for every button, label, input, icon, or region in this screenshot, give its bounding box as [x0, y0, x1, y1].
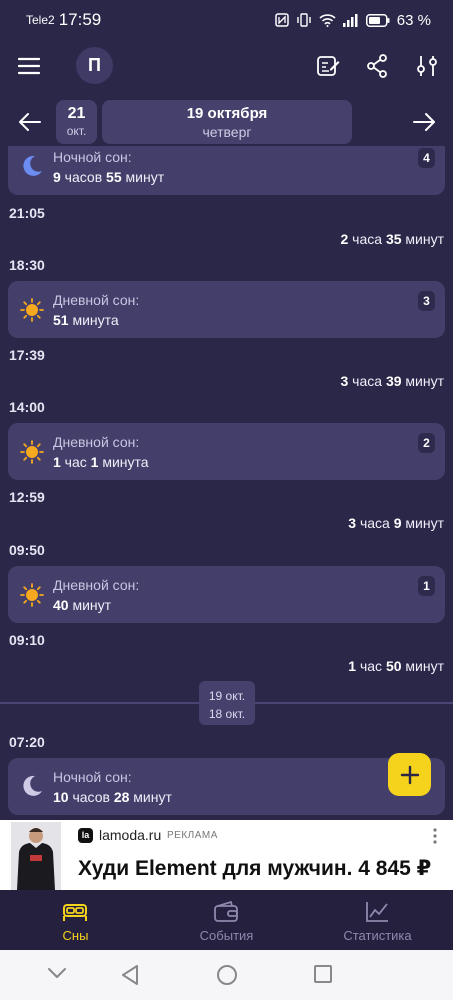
prev-date-button[interactable]	[17, 110, 43, 134]
vibrate-icon	[297, 13, 311, 27]
arrow-right-icon	[413, 113, 435, 131]
current-weekday: четверг	[202, 124, 252, 140]
status-icons: 63 %	[275, 12, 431, 29]
awake-interval: 3 часа 9 минут	[348, 515, 444, 531]
sleep-number-badge: 3	[418, 291, 435, 311]
battery-icon	[365, 13, 390, 27]
time-mark: 21:05	[9, 205, 45, 221]
plus-icon	[400, 765, 419, 784]
divider-date-top: 19 окт.	[208, 689, 246, 703]
filter-button[interactable]	[414, 53, 440, 79]
edit-notes-button[interactable]	[315, 53, 341, 79]
sleep-type-label: Дневной сон:	[53, 577, 140, 593]
time-mark: 18:30	[9, 257, 45, 273]
time-mark: 09:10	[9, 632, 45, 648]
time-mark: 14:00	[9, 399, 45, 415]
sleep-card-day[interactable]: Дневной сон: 1 час 1 минута 2	[8, 423, 445, 480]
bottom-navigation: Сны События Статистика	[0, 890, 453, 950]
time-mark: 12:59	[9, 489, 45, 505]
time-mark: 17:39	[9, 347, 45, 363]
prev-day-chip[interactable]: 21 окт.	[56, 100, 97, 144]
ad-headline[interactable]: Худи Element для мужчин. 4 845 ₽	[78, 856, 431, 881]
sleep-type-label: Ночной сон:	[53, 149, 132, 165]
share-icon	[367, 54, 387, 78]
nav-tab-events[interactable]: События	[151, 890, 302, 950]
carrier-name: Tele2	[26, 13, 55, 27]
bed-icon	[63, 904, 87, 921]
system-navigation	[0, 950, 453, 1000]
sleep-type-label: Дневной сон:	[53, 292, 140, 308]
sun-icon	[20, 440, 44, 464]
sliders-icon	[417, 56, 437, 76]
sleep-type-label: Ночной сон:	[53, 769, 132, 785]
current-date-text: 19 октября	[186, 105, 268, 122]
awake-interval: 2 часа 35 минут	[340, 231, 444, 247]
sleep-duration: 51 минута	[53, 312, 119, 328]
home-icon[interactable]	[216, 964, 238, 986]
sun-icon	[20, 583, 44, 607]
status-bar: Tele2 17:59 63 %	[0, 0, 453, 40]
ad-product-image	[11, 822, 61, 890]
sun-icon	[20, 298, 44, 322]
ad-brand[interactable]: lamoda.ru	[99, 827, 161, 843]
sleep-duration: 1 час 1 минута	[53, 454, 149, 470]
prev-day-month: окт.	[66, 124, 87, 138]
recents-icon[interactable]	[313, 964, 333, 984]
sleep-number-badge: 1	[418, 576, 435, 596]
awake-interval: 3 часа 39 минут	[340, 373, 444, 389]
ad-tag: РЕКЛАМА	[167, 830, 218, 841]
collapse-icon[interactable]	[47, 967, 67, 979]
nav-label: Сны	[62, 928, 89, 943]
more-vertical-icon[interactable]	[432, 828, 438, 844]
current-date[interactable]: 19 октября четверг	[102, 100, 352, 144]
edit-notes-icon	[317, 56, 340, 76]
time-mark: 07:20	[9, 734, 45, 750]
time-mark: 09:50	[9, 542, 45, 558]
prev-day-number: 21	[67, 105, 86, 122]
nav-label: События	[199, 928, 254, 943]
hamburger-icon	[18, 57, 40, 75]
sleep-number-badge: 4	[418, 148, 435, 168]
wifi-icon	[319, 13, 336, 27]
sleep-card-day[interactable]: Дневной сон: 40 минут 1	[8, 566, 445, 623]
sleep-duration: 40 минут	[53, 597, 112, 613]
arrow-left-icon	[19, 113, 41, 131]
moon-icon	[23, 155, 42, 176]
sleep-card-night[interactable]: Ночной сон: 10 часов 28 минут	[8, 758, 445, 815]
divider-date-bottom: 18 окт.	[208, 707, 246, 721]
menu-button[interactable]	[17, 54, 41, 78]
awake-interval: 1 час 50 минут	[348, 658, 444, 674]
sleep-feed[interactable]: Ночной сон: 9 часов 55 минут 4 21:05 2 ч…	[0, 146, 453, 820]
sleep-number-badge: 2	[418, 433, 435, 453]
sleep-type-label: Дневной сон:	[53, 434, 140, 450]
wallet-icon	[214, 900, 238, 922]
sleep-duration: 9 часов 55 минут	[53, 169, 165, 185]
nav-tab-statistics[interactable]: Статистика	[302, 890, 453, 950]
chart-icon	[366, 902, 388, 922]
share-button[interactable]	[364, 53, 390, 79]
ad-brand-logo: la	[78, 828, 93, 843]
back-icon[interactable]	[120, 964, 140, 986]
app-bar: П	[0, 44, 453, 90]
sleep-card-night[interactable]: Ночной сон: 9 часов 55 минут 4	[8, 146, 445, 195]
next-date-button[interactable]	[411, 110, 437, 134]
sleep-duration: 10 часов 28 минут	[53, 789, 172, 805]
nav-tab-sleep[interactable]: Сны	[0, 890, 151, 950]
sleep-card-day[interactable]: Дневной сон: 51 минута 3	[8, 281, 445, 338]
battery-percent: 63 %	[396, 11, 431, 29]
signal-icon	[342, 13, 358, 27]
day-divider-chip: 19 окт. 18 окт.	[199, 681, 255, 725]
nfc-icon	[275, 13, 289, 27]
add-sleep-button[interactable]	[388, 753, 431, 796]
moon-icon	[23, 775, 42, 796]
avatar[interactable]: П	[76, 47, 113, 84]
status-time: 17:59	[58, 10, 102, 29]
date-navigator: 21 окт. 19 октября четверг	[0, 100, 453, 144]
hoodie-illustration	[11, 822, 61, 890]
ad-banner[interactable]: la lamoda.ru РЕКЛАМА Худи Element для му…	[0, 820, 453, 890]
nav-label: Статистика	[343, 928, 412, 943]
